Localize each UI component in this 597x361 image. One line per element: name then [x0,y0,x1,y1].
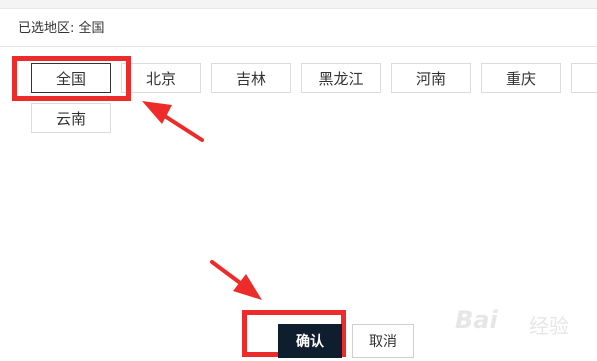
baidu-jingyan-watermark: Bai 经验 [455,300,597,344]
watermark-suffix: 经验 [529,314,569,338]
watermark-brand: Bai [455,306,498,334]
arrow-to-confirm-icon [210,260,262,300]
arrow-to-nationwide-icon [142,101,204,142]
cancel-button[interactable]: 取消 [352,324,414,358]
confirm-button[interactable]: 确认 [278,324,342,358]
